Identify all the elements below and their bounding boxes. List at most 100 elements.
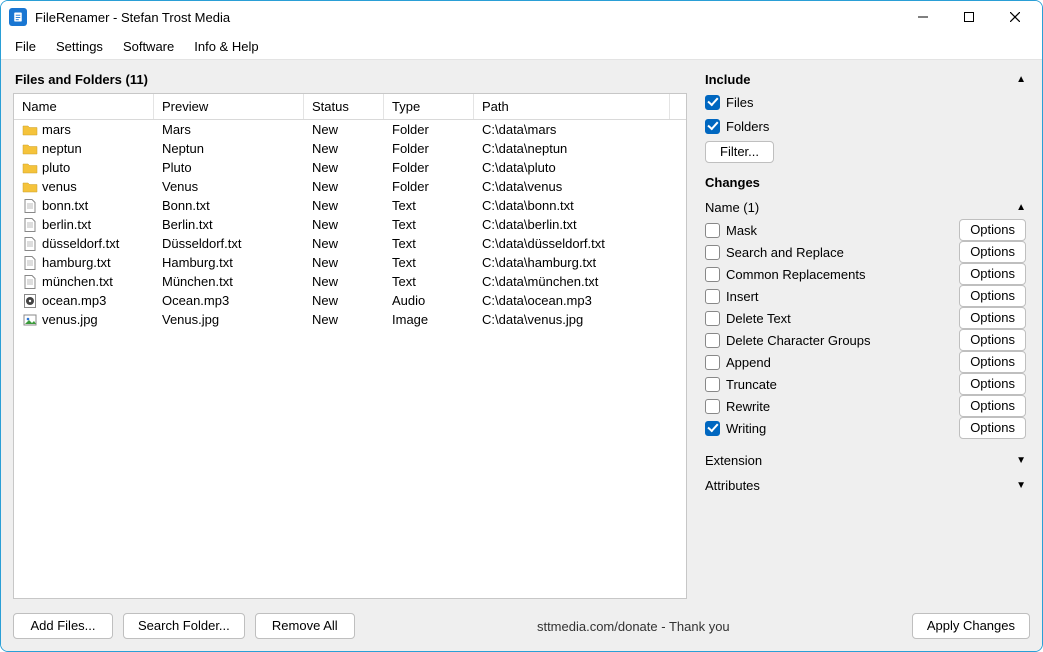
change-checkbox[interactable]	[705, 245, 720, 260]
folder-icon	[22, 179, 38, 195]
image-icon	[22, 312, 38, 328]
cell-path: C:\data\berlin.txt	[474, 215, 670, 234]
changes-title: Changes	[705, 175, 760, 190]
changes-attributes-header[interactable]: Attributes ▼	[703, 472, 1028, 495]
include-files-checkbox[interactable]	[705, 95, 720, 110]
table-row[interactable]: marsMarsNewFolderC:\data\mars	[14, 120, 686, 139]
file-name: pluto	[42, 160, 70, 175]
change-checkbox[interactable]	[705, 223, 720, 238]
changes-extension-header[interactable]: Extension ▼	[703, 447, 1028, 470]
cell-preview: Venus.jpg	[154, 310, 304, 329]
change-label[interactable]: Search and Replace	[726, 245, 844, 260]
cell-status: New	[304, 272, 384, 291]
filter-button[interactable]: Filter...	[705, 141, 774, 163]
table-row[interactable]: neptunNeptunNewFolderC:\data\neptun	[14, 139, 686, 158]
change-checkbox[interactable]	[705, 333, 720, 348]
change-label[interactable]: Insert	[726, 289, 759, 304]
change-checkbox[interactable]	[705, 267, 720, 282]
table-row[interactable]: düsseldorf.txtDüsseldorf.txtNewTextC:\da…	[14, 234, 686, 253]
change-label[interactable]: Truncate	[726, 377, 777, 392]
change-label[interactable]: Delete Text	[726, 311, 791, 326]
cell-path: C:\data\pluto	[474, 158, 670, 177]
remove-all-button[interactable]: Remove All	[255, 613, 355, 639]
change-label[interactable]: Rewrite	[726, 399, 770, 414]
apply-changes-button[interactable]: Apply Changes	[912, 613, 1030, 639]
files-panel: Files and Folders (11) Name Preview Stat…	[1, 60, 697, 609]
add-files-button[interactable]: Add Files...	[13, 613, 113, 639]
files-section-title: Files and Folders (11)	[13, 70, 687, 93]
table-row[interactable]: venusVenusNewFolderC:\data\venus	[14, 177, 686, 196]
cell-preview: München.txt	[154, 272, 304, 291]
change-option-row: Truncate Options	[703, 373, 1028, 395]
change-label[interactable]: Append	[726, 355, 771, 370]
col-header-name[interactable]: Name	[14, 94, 154, 119]
files-grid-body[interactable]: marsMarsNewFolderC:\data\mars neptun Neptu…	[14, 120, 686, 598]
options-button[interactable]: Options	[959, 241, 1026, 263]
table-row[interactable]: bonn.txtBonn.txtNewTextC:\data\bonn.txt	[14, 196, 686, 215]
cell-preview: Mars	[154, 120, 304, 139]
collapse-icon: ▲	[1016, 202, 1026, 213]
include-title: Include	[705, 72, 751, 87]
change-option-row: Mask Options	[703, 219, 1028, 241]
change-label[interactable]: Writing	[726, 421, 766, 436]
change-label[interactable]: Delete Character Groups	[726, 333, 871, 348]
change-checkbox[interactable]	[705, 355, 720, 370]
col-header-path[interactable]: Path	[474, 94, 670, 119]
cell-type: Text	[384, 234, 474, 253]
change-checkbox[interactable]	[705, 289, 720, 304]
cell-status: New	[304, 253, 384, 272]
table-row[interactable]: plutoPlutoNewFolderC:\data\pluto	[14, 158, 686, 177]
table-row[interactable]: hamburg.txtHamburg.txtNewTextC:\data\ham…	[14, 253, 686, 272]
donate-text[interactable]: sttmedia.com/donate - Thank you	[365, 619, 902, 634]
cell-name: mars	[14, 120, 154, 139]
table-row[interactable]: münchen.txtMünchen.txtNewTextC:\data\mün…	[14, 272, 686, 291]
options-button[interactable]: Options	[959, 219, 1026, 241]
col-header-status[interactable]: Status	[304, 94, 384, 119]
change-label[interactable]: Common Replacements	[726, 267, 865, 282]
include-header[interactable]: Include ▲	[703, 70, 1028, 89]
maximize-button[interactable]	[946, 2, 992, 32]
menu-software[interactable]: Software	[113, 36, 184, 57]
folder-icon	[22, 141, 38, 157]
doc-icon	[22, 274, 38, 290]
change-checkbox[interactable]	[705, 377, 720, 392]
cell-type: Folder	[384, 139, 474, 158]
minimize-button[interactable]	[900, 2, 946, 32]
file-name: ocean.mp3	[42, 293, 106, 308]
change-checkbox[interactable]	[705, 399, 720, 414]
include-files-row[interactable]: Files	[703, 91, 1028, 113]
cell-status: New	[304, 120, 384, 139]
col-header-spacer	[670, 94, 686, 119]
table-row[interactable]: berlin.txtBerlin.txtNewTextC:\data\berli…	[14, 215, 686, 234]
include-folders-checkbox[interactable]	[705, 119, 720, 134]
options-button[interactable]: Options	[959, 351, 1026, 373]
close-button[interactable]	[992, 2, 1038, 32]
table-row[interactable]: ocean.mp3Ocean.mp3NewAudioC:\data\ocean.…	[14, 291, 686, 310]
col-header-preview[interactable]: Preview	[154, 94, 304, 119]
changes-name-header[interactable]: Name (1) ▲	[703, 194, 1028, 217]
menu-info[interactable]: Info & Help	[184, 36, 268, 57]
cell-preview: Neptun	[154, 139, 304, 158]
change-option-row: Delete Text Options	[703, 307, 1028, 329]
change-option-row: Delete Character Groups Options	[703, 329, 1028, 351]
options-button[interactable]: Options	[959, 285, 1026, 307]
menu-settings[interactable]: Settings	[46, 36, 113, 57]
file-name: neptun	[42, 141, 82, 156]
col-header-type[interactable]: Type	[384, 94, 474, 119]
options-button[interactable]: Options	[959, 395, 1026, 417]
change-label[interactable]: Mask	[726, 223, 757, 238]
options-button[interactable]: Options	[959, 417, 1026, 439]
change-checkbox[interactable]	[705, 311, 720, 326]
options-button[interactable]: Options	[959, 307, 1026, 329]
include-folders-row[interactable]: Folders	[703, 115, 1028, 137]
table-row[interactable]: venus.jpgVenus.jpgNewImageC:\data\venus.…	[14, 310, 686, 329]
cell-type: Text	[384, 196, 474, 215]
menu-file[interactable]: File	[5, 36, 46, 57]
cell-status: New	[304, 158, 384, 177]
search-folder-button[interactable]: Search Folder...	[123, 613, 245, 639]
options-button[interactable]: Options	[959, 329, 1026, 351]
cell-name: venus	[14, 177, 154, 196]
options-button[interactable]: Options	[959, 373, 1026, 395]
options-button[interactable]: Options	[959, 263, 1026, 285]
change-checkbox[interactable]	[705, 421, 720, 436]
